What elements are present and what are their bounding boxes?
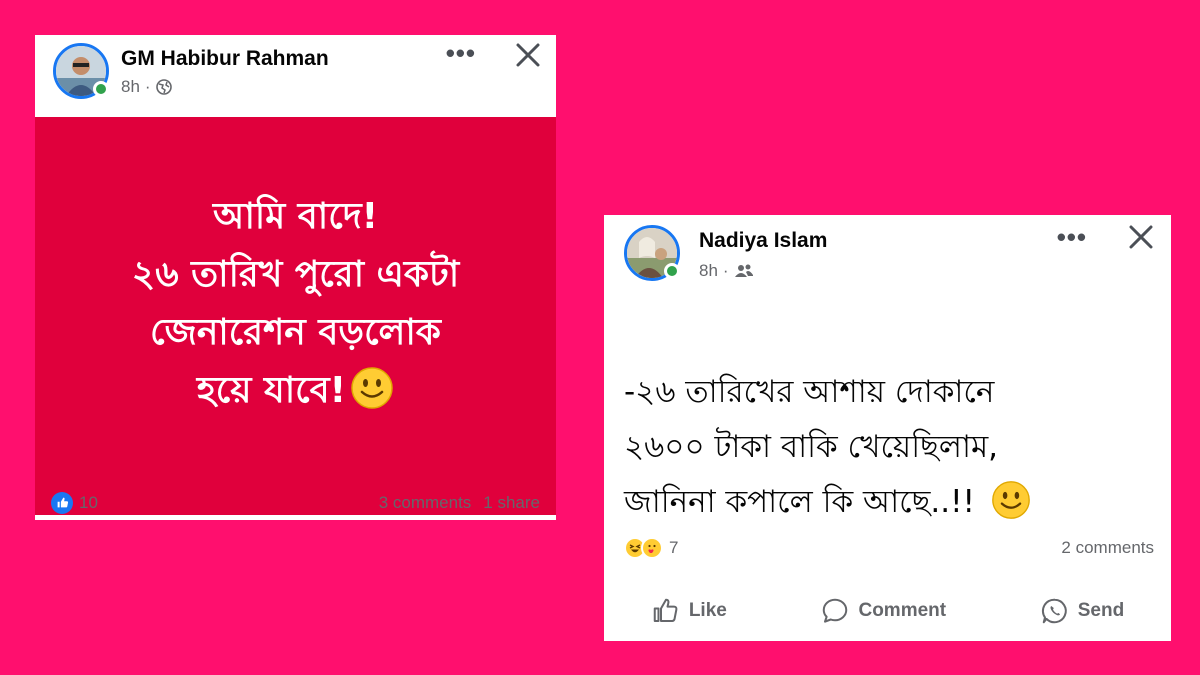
reaction-count[interactable]: 10 <box>79 493 98 513</box>
care-reaction-icon <box>641 537 663 559</box>
message-line: ২৬ তারিখ পুরো একটা <box>131 254 460 295</box>
reaction-icons[interactable] <box>624 537 663 559</box>
post-meta: 8h · <box>699 261 754 281</box>
author-name[interactable]: Nadiya Islam <box>699 229 827 253</box>
reaction-count[interactable]: 7 <box>669 538 678 558</box>
like-label: Like <box>688 600 727 621</box>
message-line: জেনারেশন বড়লোক <box>150 312 441 353</box>
post-footer: 10 3 comments 1 share <box>35 485 556 520</box>
comment-icon <box>823 598 848 623</box>
message-line: জানিনা কপালে কি আছে..!! <box>624 484 975 520</box>
comments-count[interactable]: 3 comments <box>379 493 472 513</box>
author-name[interactable]: GM Habibur Rahman <box>121 47 329 71</box>
shares-count[interactable]: 1 share <box>483 493 540 513</box>
online-status-dot <box>93 81 109 97</box>
reactions-row: 7 2 comments <box>624 537 1154 559</box>
message-line: -২৬ তারিখের আশায় দোকানে <box>624 374 995 410</box>
message-line-last: হয়ে যাবে! <box>132 362 459 420</box>
post-card-habibur: GM Habibur Rahman 8h · ••• আমি বাদে! ২৬ … <box>35 35 556 520</box>
send-button[interactable]: Send <box>1040 596 1124 626</box>
smiley-emoji-icon <box>351 367 393 409</box>
comment-button[interactable]: Comment <box>820 596 946 626</box>
meta-separator: · <box>144 77 151 96</box>
engagement-stats: 3 comments 1 share <box>379 493 540 513</box>
post-card-nadiya: Nadiya Islam 8h · ••• -২৬ তারিখের আশায় … <box>604 215 1171 641</box>
post-background-panel: আমি বাদে! ২৬ তারিখ পুরো একটা জেনারেশন বড… <box>35 117 556 515</box>
meta-separator: · <box>722 261 729 280</box>
avatar[interactable] <box>53 43 109 99</box>
comment-label: Comment <box>858 600 947 621</box>
post-action-bar: Like Comment Send <box>604 589 1171 633</box>
friends-icon <box>734 264 753 277</box>
comments-count[interactable]: 2 comments <box>1061 538 1154 558</box>
post-header: Nadiya Islam 8h · ••• <box>604 215 1171 295</box>
message-line: ২৬০০ টাকা বাকি খেয়েছিলাম, <box>624 429 999 465</box>
post-message: -২৬ তারিখের আশায় দোকানে ২৬০০ টাকা বাকি … <box>624 365 1031 530</box>
whatsapp-send-icon <box>1041 598 1067 624</box>
avatar[interactable] <box>624 225 680 281</box>
message-line-last: জানিনা কপালে কি আছে..!! <box>624 475 1031 530</box>
more-options-icon[interactable]: ••• <box>1057 224 1087 250</box>
like-icon <box>653 598 678 622</box>
close-icon[interactable] <box>514 41 542 74</box>
post-message: আমি বাদে! ২৬ তারিখ পুরো একটা জেনারেশন বড… <box>132 188 459 420</box>
like-reaction-icon <box>51 491 73 514</box>
post-meta: 8h · <box>121 77 172 97</box>
send-label: Send <box>1077 600 1125 621</box>
like-button[interactable]: Like <box>651 596 727 626</box>
smiley-emoji-icon <box>991 481 1030 519</box>
message-line: হয়ে যাবে! <box>196 370 347 411</box>
more-options-icon[interactable]: ••• <box>446 40 476 66</box>
globe-icon <box>155 79 172 95</box>
message-line: আমি বাদে! <box>212 196 379 237</box>
post-time[interactable]: 8h <box>699 261 718 281</box>
post-time[interactable]: 8h <box>121 77 140 97</box>
online-status-dot <box>664 263 680 279</box>
close-icon[interactable] <box>1127 223 1155 256</box>
post-header: GM Habibur Rahman 8h · ••• <box>35 35 556 117</box>
